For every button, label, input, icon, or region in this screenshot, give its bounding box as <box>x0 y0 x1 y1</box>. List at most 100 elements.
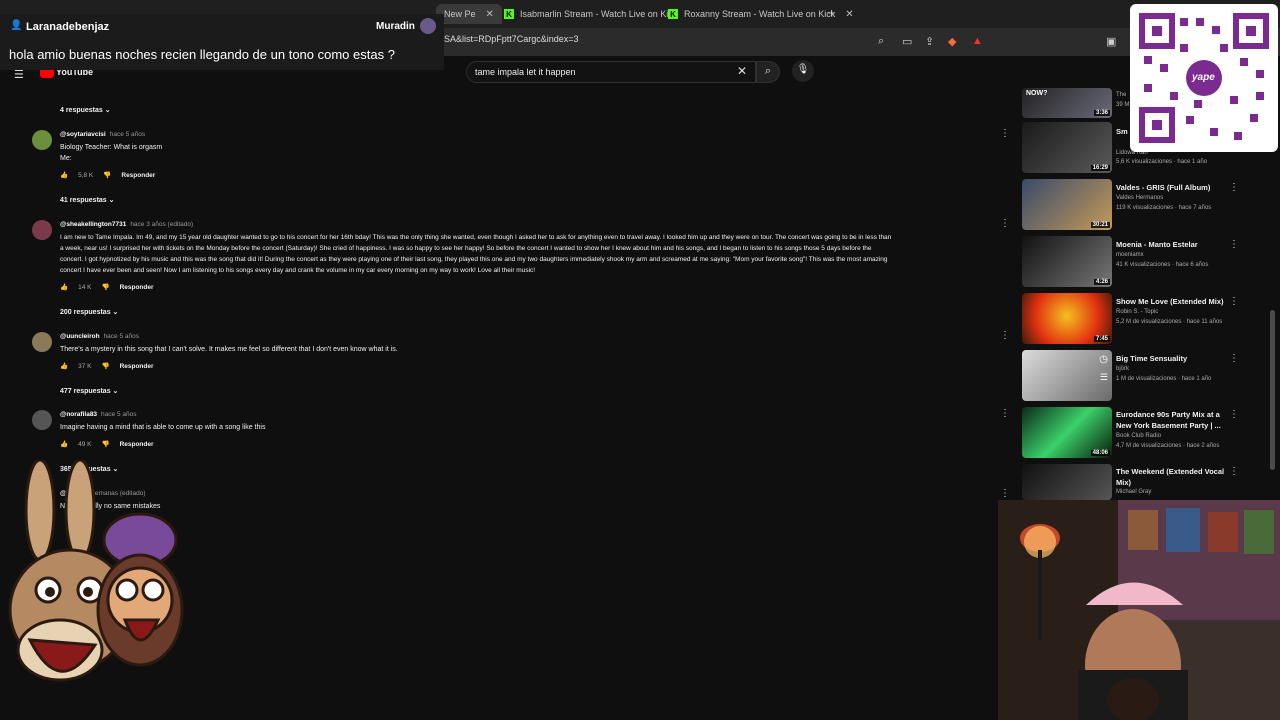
more-options-icon[interactable]: ⋮ <box>1229 353 1239 364</box>
dislike-icon[interactable]: 👎 <box>101 440 109 448</box>
video-duration: 4:26 <box>1093 279 1110 285</box>
avatar[interactable] <box>32 332 52 352</box>
tab-label: Isabmarlin Stream - Watch Live on Ki <box>520 9 669 19</box>
video-title[interactable]: The Weekend (Extended Vocal Mix) <box>1116 466 1226 488</box>
video-channel[interactable]: The <box>1116 92 1126 98</box>
comment-author[interactable]: @uuncleiroh hace 5 años <box>60 333 139 340</box>
video-thumbnail[interactable] <box>1022 464 1112 500</box>
comment-line: Me: <box>60 155 72 162</box>
url-text[interactable]: SA&list=RDpFptt7Cargc&index=3 <box>444 34 579 44</box>
more-options-icon[interactable]: ⋮ <box>1000 330 1010 341</box>
video-meta: 4,7 M de visualizaciones · hace 2 años <box>1116 443 1220 449</box>
avatar[interactable] <box>32 220 52 240</box>
kick-logo-icon: K <box>504 9 514 19</box>
comment-author[interactable]: @sheakellington7731 hace 3 años (editado) <box>60 221 193 228</box>
rewards-icon[interactable]: ▲ <box>972 35 983 47</box>
video-meta: 119 K visualizaciones · hace 7 años <box>1116 205 1212 211</box>
voice-search-button[interactable]: 🎙 <box>792 60 814 82</box>
author-handle: @norafila83 <box>60 411 98 418</box>
new-tab-button[interactable]: + <box>828 6 835 20</box>
replies-label: 200 respuestas <box>60 309 111 316</box>
comment-line: Imagine having a mind that is able to co… <box>60 424 266 431</box>
dislike-icon[interactable]: 👎 <box>103 171 111 179</box>
replies-toggle[interactable]: 41 respuestas ⌄ <box>60 196 115 204</box>
like-count: 37 K <box>78 362 92 370</box>
sidebar-scrollbar[interactable] <box>1270 310 1275 470</box>
close-tab-icon[interactable]: ✕ <box>486 9 494 20</box>
video-title[interactable]: Big Time Sensuality <box>1116 353 1187 364</box>
video-thumbnail[interactable]: 30:21 <box>1022 179 1112 230</box>
avatar[interactable] <box>32 130 52 150</box>
reply-button[interactable]: Responder <box>120 284 154 291</box>
reply-button[interactable]: Responder <box>120 363 154 370</box>
author-handle: @soytariavcisi <box>60 131 106 138</box>
search-button[interactable]: ⌕ <box>756 61 780 83</box>
like-count: 14 K <box>78 283 92 291</box>
video-title[interactable]: Valdes - GRIS (Full Album) <box>1116 182 1210 193</box>
video-channel[interactable]: Valdes Hermanos <box>1116 195 1163 201</box>
video-title[interactable]: Moenia - Manto Estelar <box>1116 239 1198 250</box>
video-channel[interactable]: Michael Gray <box>1116 489 1151 495</box>
comment-actions: 👍 14 K 👎 Responder <box>60 283 154 292</box>
video-thumbnail[interactable]: 4:26 <box>1022 236 1112 287</box>
watch-later-icon[interactable]: ◷ <box>1099 354 1108 365</box>
like-icon[interactable]: 👍 <box>60 171 68 179</box>
video-meta: 41 K visualizaciones · hace 6 años <box>1116 262 1209 268</box>
video-duration: 16:29 <box>1090 165 1110 171</box>
video-channel[interactable]: Book Club Radio <box>1116 433 1161 439</box>
more-options-icon[interactable]: ⋮ <box>1229 466 1239 477</box>
reply-button[interactable]: Responder <box>121 172 155 179</box>
video-channel[interactable]: moeniamx <box>1116 252 1144 258</box>
comment-time: hace 5 años <box>109 131 146 138</box>
add-to-queue-icon[interactable]: ☰ <box>1100 372 1108 383</box>
video-thumbnail[interactable]: 7:45 <box>1022 293 1112 344</box>
more-options-icon[interactable]: ⋮ <box>1229 182 1239 193</box>
cast-icon[interactable]: ▭ <box>902 35 912 48</box>
brave-shield-icon[interactable]: ◆ <box>948 35 956 48</box>
comment-line: concert I have ever been and seen! Now I… <box>60 267 536 274</box>
video-thumbnail[interactable]: 48:06 <box>1022 407 1112 458</box>
close-tab-icon[interactable]: ✕ <box>845 9 853 20</box>
more-options-icon[interactable]: ⋮ <box>1000 488 1010 499</box>
like-count: 5,8 K <box>78 171 94 179</box>
sidebar-toggle-icon[interactable]: ▣ <box>1106 35 1116 48</box>
more-options-icon[interactable]: ⋮ <box>1229 296 1239 307</box>
comment-author[interactable]: @norafila83 hace 5 años <box>60 411 136 418</box>
video-thumbnail[interactable]: ◷ ☰ <box>1022 350 1112 401</box>
more-options-icon[interactable]: ⋮ <box>1000 128 1010 139</box>
tab-label: New Pe <box>444 9 476 19</box>
like-icon[interactable]: 👍 <box>60 283 68 291</box>
dislike-icon[interactable]: 👎 <box>101 283 109 291</box>
like-count: 49 K <box>78 440 92 448</box>
more-options-icon[interactable]: ⋮ <box>1229 409 1239 420</box>
video-thumbnail[interactable]: 16:29 <box>1022 122 1112 173</box>
replies-toggle[interactable]: 4 respuestas ⌄ <box>60 106 111 114</box>
avatar[interactable] <box>32 410 52 430</box>
video-meta: 39 M <box>1116 102 1130 108</box>
qr-code-overlay: yape <box>1130 4 1278 152</box>
more-options-icon[interactable]: ⋮ <box>1000 218 1010 229</box>
clear-search-icon[interactable]: ✕ <box>737 64 747 78</box>
more-options-icon[interactable]: ⋮ <box>1229 239 1239 250</box>
like-icon[interactable]: 👍 <box>60 440 68 448</box>
search-input[interactable]: tame impala let it happen <box>466 61 756 83</box>
comment-author[interactable]: @soytariavcisi hace 5 años <box>60 131 145 138</box>
chat-right-user: Muradin <box>376 21 415 32</box>
video-channel[interactable]: Robin S. - Topic <box>1116 309 1158 315</box>
video-thumbnail[interactable]: NOW? 3:36 <box>1022 88 1112 118</box>
replies-toggle[interactable]: 477 respuestas ⌄ <box>60 387 118 395</box>
tab-isabmarlin[interactable]: K Isabmarlin Stream - Watch Live on Ki <box>496 4 676 24</box>
more-options-icon[interactable]: ⋮ <box>1000 408 1010 419</box>
dislike-icon[interactable]: 👎 <box>101 362 109 370</box>
like-icon[interactable]: 👍 <box>60 362 68 370</box>
comment-time: hace 5 años <box>101 411 137 418</box>
replies-toggle[interactable]: 200 respuestas ⌄ <box>60 308 118 316</box>
video-title[interactable]: Eurodance 90s Party Mix at a New York Ba… <box>1116 409 1226 431</box>
video-channel[interactable]: björk <box>1116 366 1129 372</box>
kick-logo-icon: K <box>668 9 678 19</box>
tab-active[interactable]: New Pe ✕ <box>436 4 502 24</box>
video-title[interactable]: Show Me Love (Extended Mix) <box>1116 296 1224 307</box>
zoom-icon[interactable]: ⌕ <box>878 35 884 48</box>
share-icon[interactable]: ⇪ <box>925 35 934 48</box>
reply-button[interactable]: Responder <box>120 441 154 448</box>
